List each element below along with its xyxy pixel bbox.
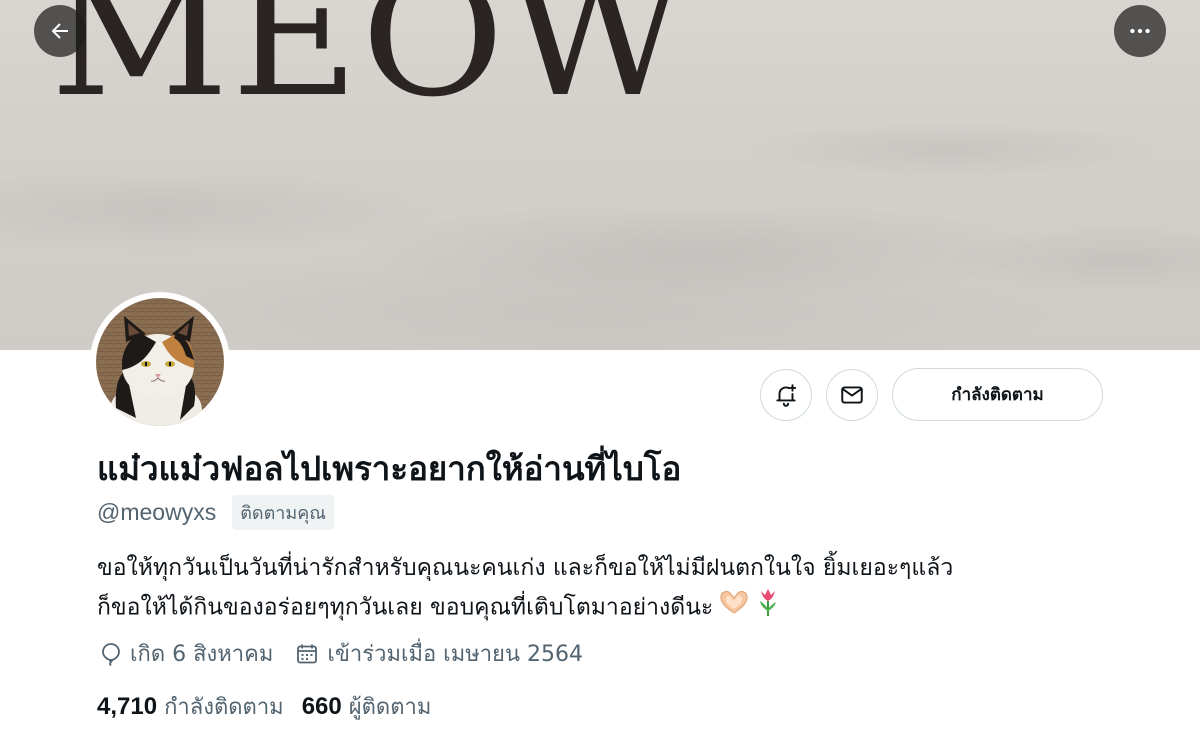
heart-hands-emoji	[719, 589, 749, 627]
bio-line: ขอให้ทุกวันเป็นวันที่น่ารักสำหรับคุณนะคน…	[97, 555, 954, 581]
back-button[interactable]	[34, 5, 86, 57]
tulip-emoji	[755, 587, 781, 629]
display-name: แม๋วแม๋วฟอลไปเพราะอยากให้อ่านที่ไบโอ	[97, 449, 682, 488]
following-stat-link[interactable]: 4,710 กำลังติดตาม	[97, 689, 284, 724]
avatar[interactable]	[96, 298, 224, 426]
following-count: 4,710	[97, 693, 158, 720]
bell-plus-icon	[776, 384, 797, 407]
bio-line-text: ก็ขอให้ได้กินของอร่อยๆทุกวันเลย ขอบคุณที…	[97, 594, 714, 621]
profile-stats: 4,710 กำลังติดตาม 660 ผู้ติดตาม	[97, 689, 431, 724]
followers-stat-link[interactable]: 660 ผู้ติดตาม	[302, 689, 432, 724]
joined-item: เข้าร่วมเมื่อ เมษายน 2564	[295, 636, 583, 671]
message-button[interactable]	[826, 369, 878, 421]
more-options-button[interactable]	[1114, 5, 1166, 57]
handle-row: @meowyxs ติดตามคุณ	[97, 495, 334, 530]
notifications-button[interactable]	[760, 369, 812, 421]
bio-line: ก็ขอให้ได้กินของอร่อยๆทุกวันเลย ขอบคุณที…	[97, 587, 1107, 629]
profile-bio: ขอให้ทุกวันเป็นวันที่น่ารักสำหรับคุณนะคน…	[97, 550, 1107, 629]
birthday-item: เกิด 6 สิงหาคม	[100, 636, 273, 671]
profile-meta: เกิด 6 สิงหาคม เข้าร่วมเมื่อ เมษายน 2564	[100, 636, 583, 671]
calendar-icon	[297, 644, 318, 663]
cat-avatar-image	[96, 298, 224, 426]
user-handle: @meowyxs	[97, 499, 217, 525]
envelope-icon	[841, 386, 863, 404]
joined-text: เข้าร่วมเมื่อ เมษายน 2564	[327, 642, 583, 667]
follows-you-badge: ติดตามคุณ	[232, 495, 334, 530]
birthday-text: เกิด 6 สิงหาคม	[130, 642, 274, 667]
arrow-left-icon	[51, 23, 68, 39]
following-button[interactable]: กำลังติดตาม	[892, 368, 1103, 421]
more-horizontal-icon	[1130, 28, 1150, 34]
balloon-icon	[102, 642, 120, 666]
followers-count: 660	[301, 693, 342, 720]
banner-text: MEOW	[50, 0, 689, 134]
following-label: กำลังติดตาม	[164, 695, 284, 720]
followers-label: ผู้ติดตาม	[348, 695, 432, 720]
